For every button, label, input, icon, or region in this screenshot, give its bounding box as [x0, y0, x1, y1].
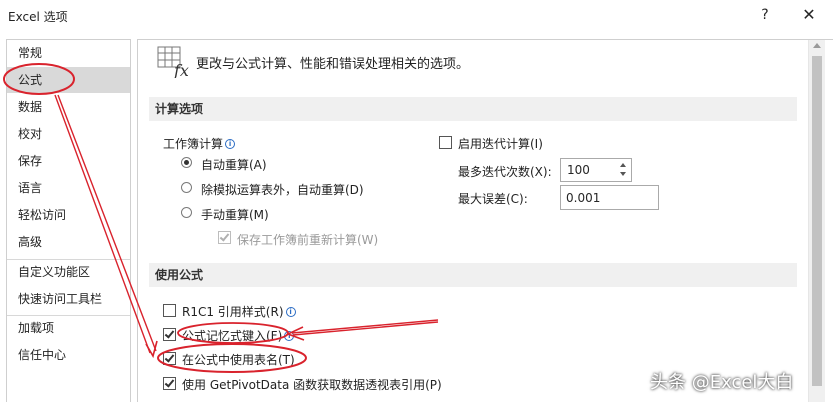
checkbox-iterative-calculation[interactable] [439, 136, 452, 149]
max-change-input[interactable]: 0.001 [560, 185, 659, 210]
checkbox-r1c1-reference-style[interactable] [163, 304, 176, 317]
window-title: Excel 选项 [8, 10, 68, 24]
vertical-scrollbar[interactable] [808, 40, 825, 402]
checkbox-use-table-names-label: 在公式中使用表名(T) [182, 353, 295, 367]
title-bar: Excel 选项 ? ✕ [0, 0, 834, 32]
max-iterations-label: 最多迭代次数(X): [458, 165, 552, 179]
fx-formula-icon: fx [157, 46, 189, 78]
section-working-with-formulas: 使用公式 [149, 263, 797, 287]
sidebar-item-customize-ribbon[interactable]: 自定义功能区 [7, 259, 130, 285]
max-change-value: 0.001 [566, 191, 601, 205]
checkbox-use-table-names[interactable] [163, 352, 176, 365]
checkbox-formula-autocomplete[interactable] [163, 328, 176, 341]
section-calculation-options: 计算选项 [149, 97, 797, 121]
sidebar-item-trust-center[interactable]: 信任中心 [7, 342, 130, 368]
scrollbar-thumb[interactable] [812, 56, 822, 386]
sidebar-item-formulas[interactable]: 公式 [7, 67, 130, 93]
radio-automatic[interactable] [181, 157, 192, 168]
stepper-buttons[interactable] [617, 159, 631, 181]
checkbox-r1c1-reference-style-label: R1C1 引用样式(R) i [182, 303, 296, 320]
scroll-up-arrow-icon[interactable] [813, 43, 821, 48]
options-sidebar: 常规 公式 数据 校对 保存 语言 轻松访问 高级 自定义功能区 快速访问工具栏… [6, 39, 131, 402]
workbook-calculation-label: 工作簿计算 i [163, 135, 236, 152]
radio-automatic-label: 自动重算(A) [201, 158, 267, 172]
checkbox-formula-autocomplete-label: 公式记忆式键入(F) i [182, 327, 295, 344]
sidebar-item-general[interactable]: 常规 [7, 40, 130, 66]
info-icon[interactable]: i [284, 331, 295, 341]
sidebar-item-accessibility[interactable]: 轻松访问 [7, 202, 130, 228]
max-iterations-stepper[interactable]: 100 [560, 158, 632, 182]
sidebar-item-save[interactable]: 保存 [7, 148, 130, 174]
checkbox-recalc-before-save[interactable] [218, 231, 231, 244]
radio-automatic-except-tables-label: 除模拟运算表外，自动重算(D) [201, 183, 364, 197]
svg-text:fx: fx [173, 61, 189, 78]
sidebar-item-advanced[interactable]: 高级 [7, 229, 130, 255]
page-description: 更改与公式计算、性能和错误处理相关的选项。 [196, 57, 470, 72]
radio-manual-label: 手动重算(M) [201, 208, 269, 222]
info-icon[interactable]: i [285, 307, 296, 317]
sidebar-item-quick-access-toolbar[interactable]: 快速访问工具栏 [7, 286, 130, 312]
checkbox-recalc-before-save-label: 保存工作簿前重新计算(W) [237, 233, 379, 247]
close-button[interactable]: ✕ [797, 4, 821, 26]
checkbox-getpivotdata-label: 使用 GetPivotData 函数获取数据透视表引用(P) [182, 378, 442, 392]
stepper-up-icon[interactable] [620, 163, 626, 167]
watermark-text: 头条 @Excel大白 [650, 372, 794, 393]
sidebar-item-add-ins[interactable]: 加载项 [7, 315, 130, 341]
sidebar-item-data[interactable]: 数据 [7, 94, 130, 120]
sidebar-item-proofing[interactable]: 校对 [7, 121, 130, 147]
max-iterations-value: 100 [567, 163, 590, 177]
radio-automatic-except-tables[interactable] [181, 182, 192, 193]
info-icon[interactable]: i [225, 139, 236, 149]
max-change-label: 最大误差(C): [458, 192, 528, 206]
radio-manual[interactable] [181, 207, 192, 218]
sidebar-item-language[interactable]: 语言 [7, 175, 130, 201]
checkbox-iterative-calculation-label: 启用迭代计算(I) [458, 137, 543, 151]
help-button[interactable]: ? [755, 4, 775, 26]
checkbox-getpivotdata[interactable] [163, 377, 176, 390]
stepper-down-icon[interactable] [620, 172, 626, 176]
